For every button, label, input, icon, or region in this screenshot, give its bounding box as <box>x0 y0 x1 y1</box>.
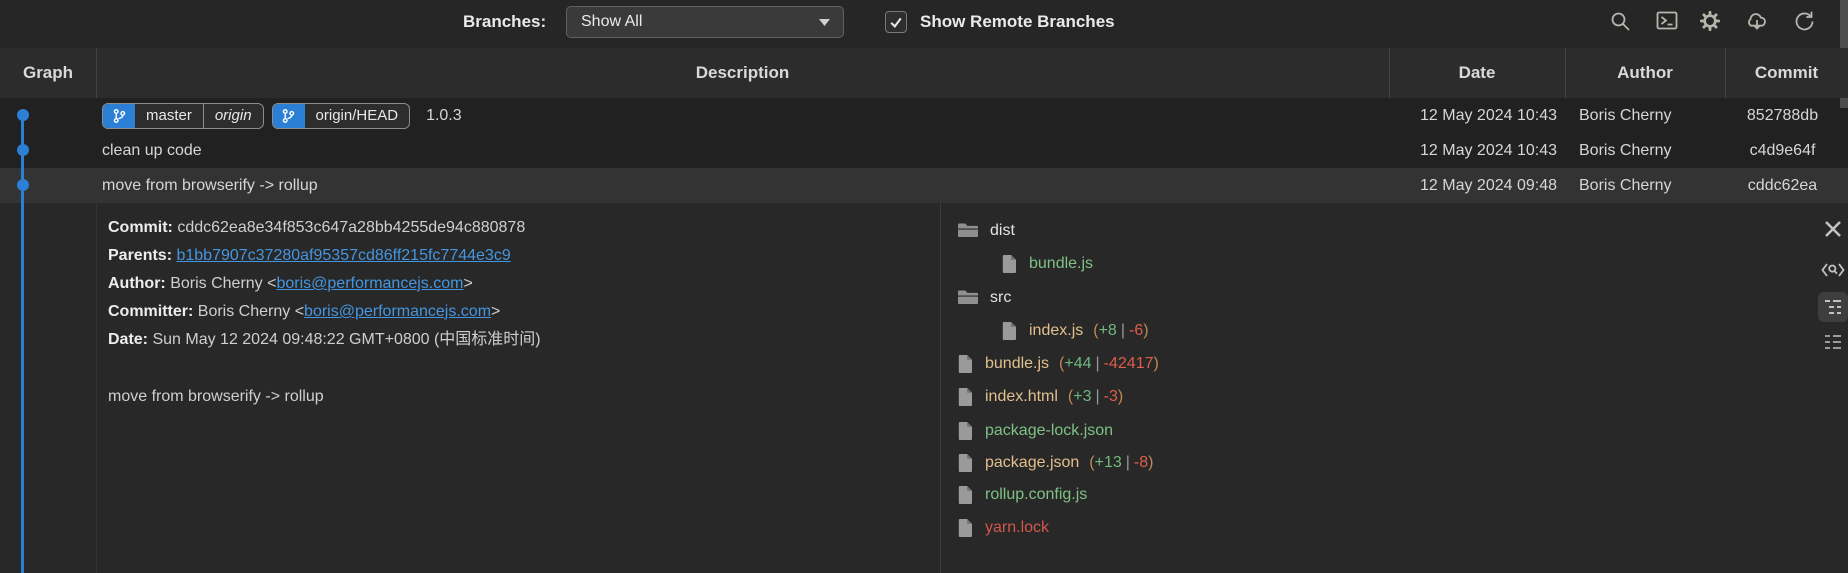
commit-author: Boris Cherny <box>1579 168 1671 203</box>
commit-refs-and-message: master origin origin/HEAD 1.0.3 <box>96 98 462 133</box>
commit-message: clean up code <box>102 133 202 168</box>
commit-hash: c4d9e64f <box>1725 133 1840 168</box>
column-divider[interactable] <box>1725 48 1726 98</box>
column-header-commit[interactable]: Commit <box>1725 48 1848 98</box>
commit-author: Boris Cherny <box>1579 98 1671 133</box>
file-tree-view-icon[interactable] <box>1818 292 1848 322</box>
file-icon <box>958 388 973 406</box>
code-review-icon[interactable] <box>1818 255 1848 285</box>
file-icon <box>958 519 973 537</box>
settings-gear-icon[interactable] <box>1696 7 1724 35</box>
top-control-bar: Branches: Show All Show Remote Branches <box>0 0 1848 48</box>
refresh-icon[interactable] <box>1790 7 1818 35</box>
branches-label: Branches: <box>463 0 546 44</box>
tree-file-yarn-lock[interactable]: yarn.lock <box>958 511 1049 544</box>
detail-author-line: Author: Boris Cherny <boris@performancej… <box>108 270 541 298</box>
column-header-author[interactable]: Author <box>1565 48 1725 98</box>
branch-badge-origin-head[interactable]: origin/HEAD <box>272 103 411 129</box>
column-divider[interactable] <box>1389 48 1390 98</box>
tree-file-dist-bundle-js[interactable]: bundle.js <box>1002 247 1093 280</box>
commit-hash: 852788db <box>1725 98 1840 133</box>
branch-name: master <box>135 104 203 128</box>
column-header-graph[interactable]: Graph <box>0 48 96 98</box>
git-branch-icon <box>273 104 305 128</box>
commit-full-message: move from browserify -> rollup <box>108 388 324 406</box>
close-icon[interactable] <box>1818 214 1848 244</box>
folder-icon <box>958 222 978 239</box>
detail-commit-line: Commit: cddc62ea8e34f853c647a28bb4255de9… <box>108 214 541 242</box>
commit-row[interactable]: master origin origin/HEAD 1.0.3 12 May 2… <box>0 98 1848 133</box>
tree-file-index-html[interactable]: index.html (+3|-3) <box>958 380 1123 413</box>
commit-table-header: Graph Description Date Author Commit <box>0 48 1848 98</box>
file-icon <box>958 454 973 472</box>
commit-hash: cddc62ea <box>1725 168 1840 203</box>
commit-row[interactable]: clean up code 12 May 2024 10:43 Boris Ch… <box>0 133 1848 168</box>
tree-file-package-json[interactable]: package.json (+13|-8) <box>958 446 1153 479</box>
commit-author: Boris Cherny <box>1579 133 1671 168</box>
branch-badge-master[interactable]: master origin <box>102 103 264 129</box>
branches-dropdown-value: Show All <box>581 13 642 30</box>
commit-dot[interactable] <box>17 144 29 156</box>
commit-dot[interactable] <box>17 179 29 191</box>
committer-email-link[interactable]: boris@performancejs.com <box>304 303 491 320</box>
terminal-icon[interactable] <box>1653 7 1681 35</box>
tree-file-src-index-js[interactable]: index.js (+8|-6) <box>1002 314 1149 347</box>
column-header-date[interactable]: Date <box>1389 48 1565 98</box>
file-list-view-icon[interactable] <box>1818 327 1848 357</box>
author-email-link[interactable]: boris@performancejs.com <box>276 275 463 292</box>
details-tree-divider <box>940 203 941 573</box>
git-graph-view: Branches: Show All Show Remote Branches <box>0 0 1848 573</box>
git-branch-icon <box>103 104 135 128</box>
checkmark-icon <box>888 14 904 30</box>
tree-file-package-lock-json[interactable]: package-lock.json <box>958 414 1113 447</box>
chevron-down-icon <box>819 19 830 26</box>
diff-stats: (+3|-3) <box>1068 388 1123 406</box>
tree-folder-src[interactable]: src <box>958 281 1011 314</box>
commit-row-selected[interactable]: move from browserify -> rollup 12 May 20… <box>0 168 1848 203</box>
parent-commit-link[interactable]: b1bb7907c37280af95357cd86ff215fc7744e3c9 <box>176 247 510 264</box>
tree-file-bundle-js[interactable]: bundle.js (+44|-42417) <box>958 347 1159 380</box>
fetch-cloud-download-icon[interactable] <box>1743 7 1771 35</box>
column-divider[interactable] <box>96 48 97 98</box>
commit-details-panel: Commit: cddc62ea8e34f853c647a28bb4255de9… <box>0 203 1848 573</box>
file-icon <box>958 486 973 504</box>
diff-stats: (+13|-8) <box>1089 454 1153 472</box>
branches-dropdown[interactable]: Show All <box>566 6 844 38</box>
remote-name: origin <box>203 104 263 128</box>
show-remote-branches-checkbox[interactable] <box>885 11 907 33</box>
detail-parents-line: Parents: b1bb7907c37280af95357cd86ff215f… <box>108 242 541 270</box>
folder-icon <box>958 289 978 306</box>
commit-message: move from browserify -> rollup <box>102 168 318 203</box>
show-remote-branches-label: Show Remote Branches <box>920 0 1115 44</box>
column-header-description[interactable]: Description <box>96 48 1389 98</box>
detail-committer-line: Committer: Boris Cherny <boris@performan… <box>108 298 541 326</box>
graph-column-divider <box>96 203 97 573</box>
detail-date-line: Date: Sun May 12 2024 09:48:22 GMT+0800 … <box>108 326 541 354</box>
tree-file-rollup-config-js[interactable]: rollup.config.js <box>958 478 1087 511</box>
commit-info-block: Commit: cddc62ea8e34f853c647a28bb4255de9… <box>108 214 541 354</box>
search-icon[interactable] <box>1606 7 1634 35</box>
commit-dot[interactable] <box>17 109 29 121</box>
commit-date: 12 May 2024 10:43 <box>1389 98 1557 133</box>
commit-date: 12 May 2024 09:48 <box>1389 168 1557 203</box>
commit-date: 12 May 2024 10:43 <box>1389 133 1557 168</box>
file-icon <box>958 355 973 373</box>
file-icon <box>958 422 973 440</box>
file-icon <box>1002 255 1017 273</box>
branch-name: origin/HEAD <box>305 104 410 128</box>
diff-stats: (+44|-42417) <box>1059 355 1159 373</box>
tree-folder-dist[interactable]: dist <box>958 214 1015 247</box>
diff-stats: (+8|-6) <box>1093 322 1148 340</box>
file-icon <box>1002 322 1017 340</box>
column-divider[interactable] <box>1565 48 1566 98</box>
commit-message: 1.0.3 <box>426 98 462 133</box>
